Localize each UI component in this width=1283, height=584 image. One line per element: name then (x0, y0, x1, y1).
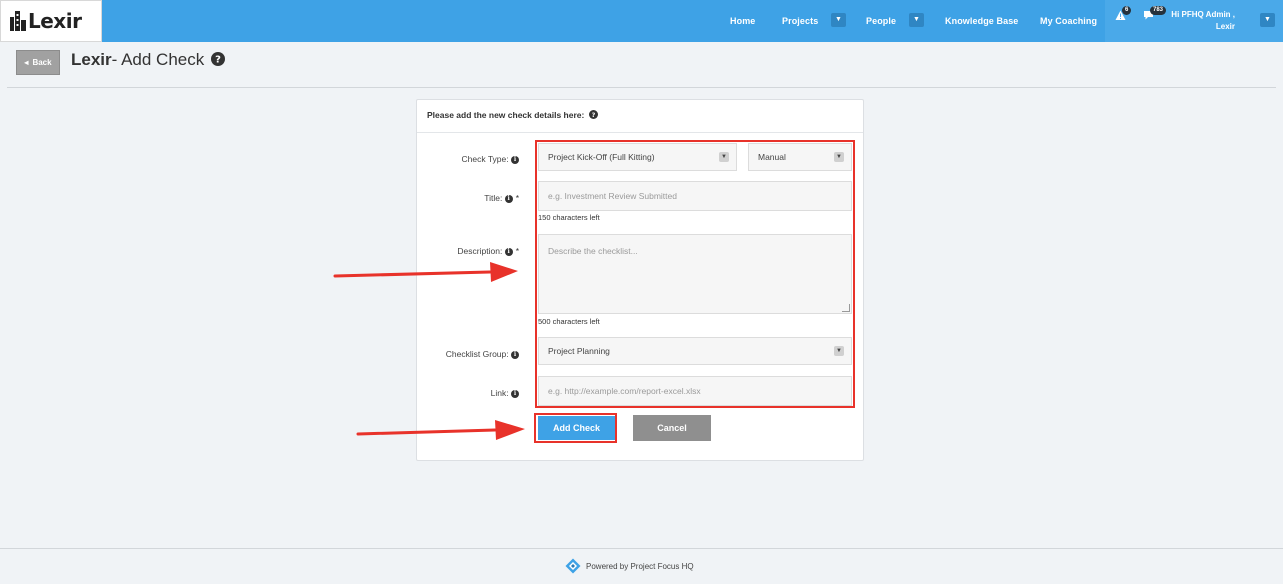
nav-home[interactable]: Home (730, 0, 755, 42)
annotation-arrow-icon (356, 420, 525, 440)
title-divider (7, 87, 1276, 88)
nav-projects[interactable]: Projects (782, 0, 818, 42)
nav-knowledge-base[interactable]: Knowledge Base (945, 0, 1018, 42)
page-title-text: - Add Check (111, 50, 205, 69)
user-menu-dropdown-icon[interactable]: ▼ (1260, 13, 1275, 27)
info-icon: i (511, 350, 519, 359)
required-mark: * (515, 193, 519, 203)
fields-highlight-box (535, 140, 855, 408)
link-label-text: Link: (490, 388, 509, 398)
back-button[interactable]: ◂ Back (16, 50, 60, 75)
logo[interactable]: Lexir (0, 0, 102, 42)
link-label: Link: i (491, 388, 519, 398)
title-label: Title: i * (484, 193, 519, 203)
check-type-label-text: Check Type: (461, 154, 509, 164)
back-button-label: Back (32, 58, 52, 67)
form-heading: Please add the new check details here: ? (417, 100, 863, 133)
checklist-group-label: Checklist Group: i (446, 349, 519, 359)
nav-people[interactable]: People (866, 0, 896, 42)
info-icon: i (504, 194, 513, 203)
check-type-label: Check Type: i (462, 154, 519, 164)
svg-text:?: ? (215, 55, 221, 66)
cancel-button[interactable]: Cancel (633, 415, 711, 441)
back-arrow-icon: ◂ (24, 58, 29, 67)
footer-divider (0, 548, 1283, 549)
footer-text: Powered by Project Focus HQ (586, 561, 694, 571)
user-org: Lexir (1215, 22, 1235, 31)
svg-text:?: ? (591, 111, 595, 119)
top-navigation-bar: Lexir Home Projects ▼ People ▼ Knowledge… (0, 0, 1283, 42)
page-title-brand: Lexir (71, 50, 112, 69)
description-label-text: Description: (457, 246, 503, 256)
title-label-text: Title: (484, 193, 503, 203)
info-icon: i (511, 155, 519, 164)
messages-badge: 783 (1150, 6, 1167, 15)
user-greeting[interactable]: Hi PFHQ Admin , (1171, 10, 1235, 19)
info-icon: i (504, 247, 513, 256)
projects-dropdown-icon[interactable]: ▼ (831, 13, 846, 27)
people-dropdown-icon[interactable]: ▼ (909, 13, 924, 27)
description-label: Description: i * (457, 246, 519, 256)
help-icon[interactable]: ? (588, 110, 598, 119)
form-heading-text: Please add the new check details here: (427, 110, 585, 120)
checklist-group-label-text: Checklist Group: (445, 349, 509, 359)
user-area: 6 783 Hi PFHQ Admin , Lexir ▼ (1105, 0, 1283, 42)
required-mark: * (515, 246, 519, 256)
info-icon: i (511, 389, 519, 398)
logo-text: Lexir (28, 9, 82, 33)
building-icon (10, 11, 26, 31)
messages-button[interactable]: 783 (1143, 6, 1167, 21)
alerts-button[interactable]: 6 (1115, 6, 1132, 21)
add-check-button[interactable]: Add Check (538, 416, 615, 440)
project-focus-logo-icon (565, 558, 581, 574)
annotation-arrow-icon (333, 262, 518, 282)
page-title: Lexir- Add Check ? (71, 50, 225, 70)
nav-my-coaching[interactable]: My Coaching (1040, 0, 1097, 42)
help-icon[interactable]: ? (210, 52, 225, 66)
footer: Powered by Project Focus HQ (565, 558, 694, 574)
alerts-badge: 6 (1122, 6, 1132, 15)
